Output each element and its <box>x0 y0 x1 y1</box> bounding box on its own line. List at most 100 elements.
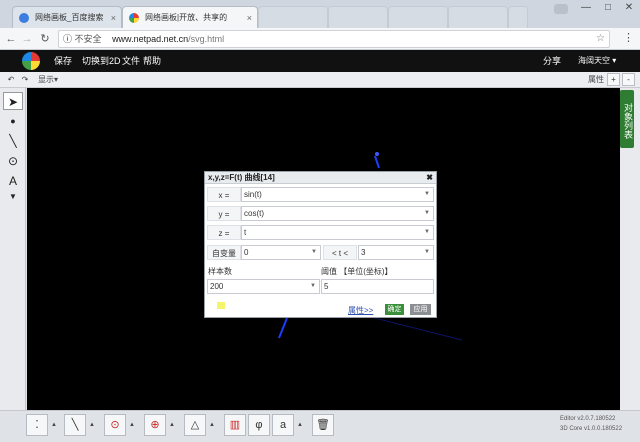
samples-label: 样本数 <box>208 267 232 276</box>
netpad-logo-icon <box>22 52 40 70</box>
bottom-toolbar: ⁚ ▲ ╲ ▲ ⊙ ▲ ⊕ ▲ △ ▲ ▥ φ a ▲ 🗑 Editor v2.… <box>0 410 640 442</box>
t-range-label: < t < <box>323 245 357 260</box>
forward-arrow-icon[interactable]: → <box>20 31 34 47</box>
points-tool-icon[interactable]: ⁚ <box>26 414 48 436</box>
y-expression-select[interactable]: cos(t) ▼ <box>241 206 434 221</box>
intersection-tool-icon[interactable]: ⊕ <box>144 414 166 436</box>
new-tab-button[interactable] <box>508 6 528 28</box>
display-dropdown[interactable]: 显示▾ <box>36 73 60 87</box>
tab-close-icon[interactable]: × <box>111 7 116 28</box>
point-tool-icon[interactable]: ● <box>3 112 23 130</box>
app-header: 保存 切换到2D 文件 帮助 分享 海阔天空 ▾ <box>0 50 640 72</box>
url-input[interactable]: ⓘ 不安全 www.netpad.net.cn/svg.html ☆ <box>58 30 610 48</box>
menu-switch-2d[interactable]: 切换到2D <box>82 50 121 72</box>
address-bar-row: ← → ↻ ⓘ 不安全 www.netpad.net.cn/svg.html ☆… <box>0 28 640 50</box>
y-expression-value: cos(t) <box>244 209 264 218</box>
user-menu[interactable]: 海阔天空 ▾ <box>578 50 616 72</box>
tab-title: 网络画板|开放、共享的 <box>145 13 228 22</box>
circle-tool-icon[interactable]: ⊙ <box>3 152 23 170</box>
z-expression-value: t <box>244 228 247 237</box>
blurred-tab[interactable] <box>328 6 388 28</box>
object-list-tab[interactable]: 对象列表 <box>620 90 634 148</box>
transform-tool-icon[interactable]: △ <box>184 414 206 436</box>
chevron-up-icon[interactable]: ▲ <box>128 419 136 431</box>
blurred-tab[interactable] <box>258 6 328 28</box>
t-max-value: 3 <box>361 248 366 257</box>
x-expression-select[interactable]: sin(t) ▼ <box>241 187 434 202</box>
function-tool-icon[interactable]: φ <box>248 414 270 436</box>
y-label: y = <box>207 206 241 221</box>
chevron-up-icon[interactable]: ▲ <box>296 419 304 431</box>
menu-file[interactable]: 文件 <box>122 50 140 72</box>
x-expression-value: sin(t) <box>244 190 262 199</box>
tab-title: 网络画板_百度搜索 <box>35 13 104 22</box>
close-icon[interactable]: ✖ <box>426 172 433 184</box>
threshold-label: 阈值 【单位(坐标)】 <box>321 267 393 276</box>
curve-dialog: x,y,z=F(t) 曲线[14] ✖ x = sin(t) ▼ y = cos… <box>204 171 437 318</box>
close-window-button[interactable]: ✕ <box>618 0 640 16</box>
chevron-up-icon[interactable]: ▲ <box>88 419 96 431</box>
zoom-in-icon[interactable]: + <box>607 73 620 86</box>
measure-tool-icon[interactable]: ▥ <box>224 414 246 436</box>
redo-icon[interactable]: ↷ <box>20 73 30 87</box>
url-host: www.netpad.net.cn <box>112 34 189 44</box>
t-max-select[interactable]: 3 ▼ <box>358 245 434 260</box>
dialog-title-text: x,y,z=F(t) 曲线[14] <box>208 173 275 182</box>
chevron-down-icon: ▼ <box>311 249 317 255</box>
chevron-down-icon: ▼ <box>424 191 430 197</box>
chevron-up-icon[interactable]: ▲ <box>208 419 216 431</box>
info-icon[interactable]: ⓘ <box>63 34 72 44</box>
maximize-button[interactable]: □ <box>598 0 618 16</box>
tab-close-icon[interactable]: × <box>247 7 252 28</box>
select-arrow-icon[interactable]: ➤ <box>3 92 23 110</box>
undo-icon[interactable]: ↶ <box>6 73 16 87</box>
x-label: x = <box>207 187 241 202</box>
chevron-down-icon: ▼ <box>310 283 316 289</box>
samples-select[interactable]: 200 ▼ <box>207 279 320 294</box>
samples-value: 200 <box>210 282 224 291</box>
ok-button[interactable]: 确定 <box>385 304 404 315</box>
text-tool-icon[interactable]: a <box>272 414 294 436</box>
trash-icon[interactable]: 🗑 <box>312 414 334 436</box>
profile-icon[interactable] <box>554 4 568 14</box>
apply-button[interactable]: 应用 <box>410 304 431 315</box>
menu-help[interactable]: 帮助 <box>143 50 161 72</box>
minimize-button[interactable]: — <box>576 0 596 16</box>
blurred-tab[interactable] <box>448 6 508 28</box>
menu-save[interactable]: 保存 <box>54 50 72 72</box>
chevron-down-icon: ▼ <box>424 210 430 216</box>
bookmark-star-icon[interactable]: ☆ <box>596 31 605 47</box>
blurred-tab[interactable] <box>388 6 448 28</box>
netpad-favicon-icon <box>129 13 139 23</box>
browser-tab-baidu[interactable]: 网络画板_百度搜索 × <box>12 6 122 28</box>
properties-button[interactable]: 属性 <box>588 73 604 87</box>
back-arrow-icon[interactable]: ← <box>4 31 18 47</box>
more-tools-icon[interactable]: ▼ <box>3 188 23 206</box>
t-min-value: 0 <box>244 248 249 257</box>
z-expression-select[interactable]: t ▼ <box>241 225 434 240</box>
segment-tool-icon[interactable]: ╲ <box>3 132 23 150</box>
line-tool-icon[interactable]: ╲ <box>64 414 86 436</box>
left-toolbar: ➤ ● ╲ ⊙ A ▼ <box>0 88 26 410</box>
baidu-favicon-icon <box>19 13 29 23</box>
circle-tool-icon[interactable]: ⊙ <box>104 414 126 436</box>
z-label: z = <box>207 225 241 240</box>
chevron-up-icon[interactable]: ▲ <box>50 419 58 431</box>
color-swatch[interactable] <box>217 302 225 309</box>
t-min-select[interactable]: 0 ▼ <box>241 245 321 260</box>
browser-menu-icon[interactable]: ⋮ <box>623 31 634 44</box>
threshold-input[interactable]: 5 <box>321 279 434 294</box>
variable-label: 自变量 <box>207 245 241 260</box>
share-button[interactable]: 分享 <box>543 50 561 72</box>
browser-tabstrip: 网络画板_百度搜索 × 网络画板|开放、共享的 × — □ ✕ <box>0 0 640 28</box>
chevron-down-icon: ▼ <box>424 229 430 235</box>
chevron-up-icon[interactable]: ▲ <box>168 419 176 431</box>
curve-endpoint <box>375 152 379 156</box>
reload-icon[interactable]: ↻ <box>38 31 52 47</box>
curve-segment <box>374 155 380 169</box>
zoom-out-icon[interactable]: - <box>622 73 635 86</box>
dialog-title: x,y,z=F(t) 曲线[14] ✖ <box>205 172 436 184</box>
properties-link[interactable]: 属性>> <box>348 305 373 316</box>
core-version: 3D Core v1.0.0.180522 <box>560 426 623 432</box>
browser-tab-netpad[interactable]: 网络画板|开放、共享的 × <box>122 6 258 28</box>
